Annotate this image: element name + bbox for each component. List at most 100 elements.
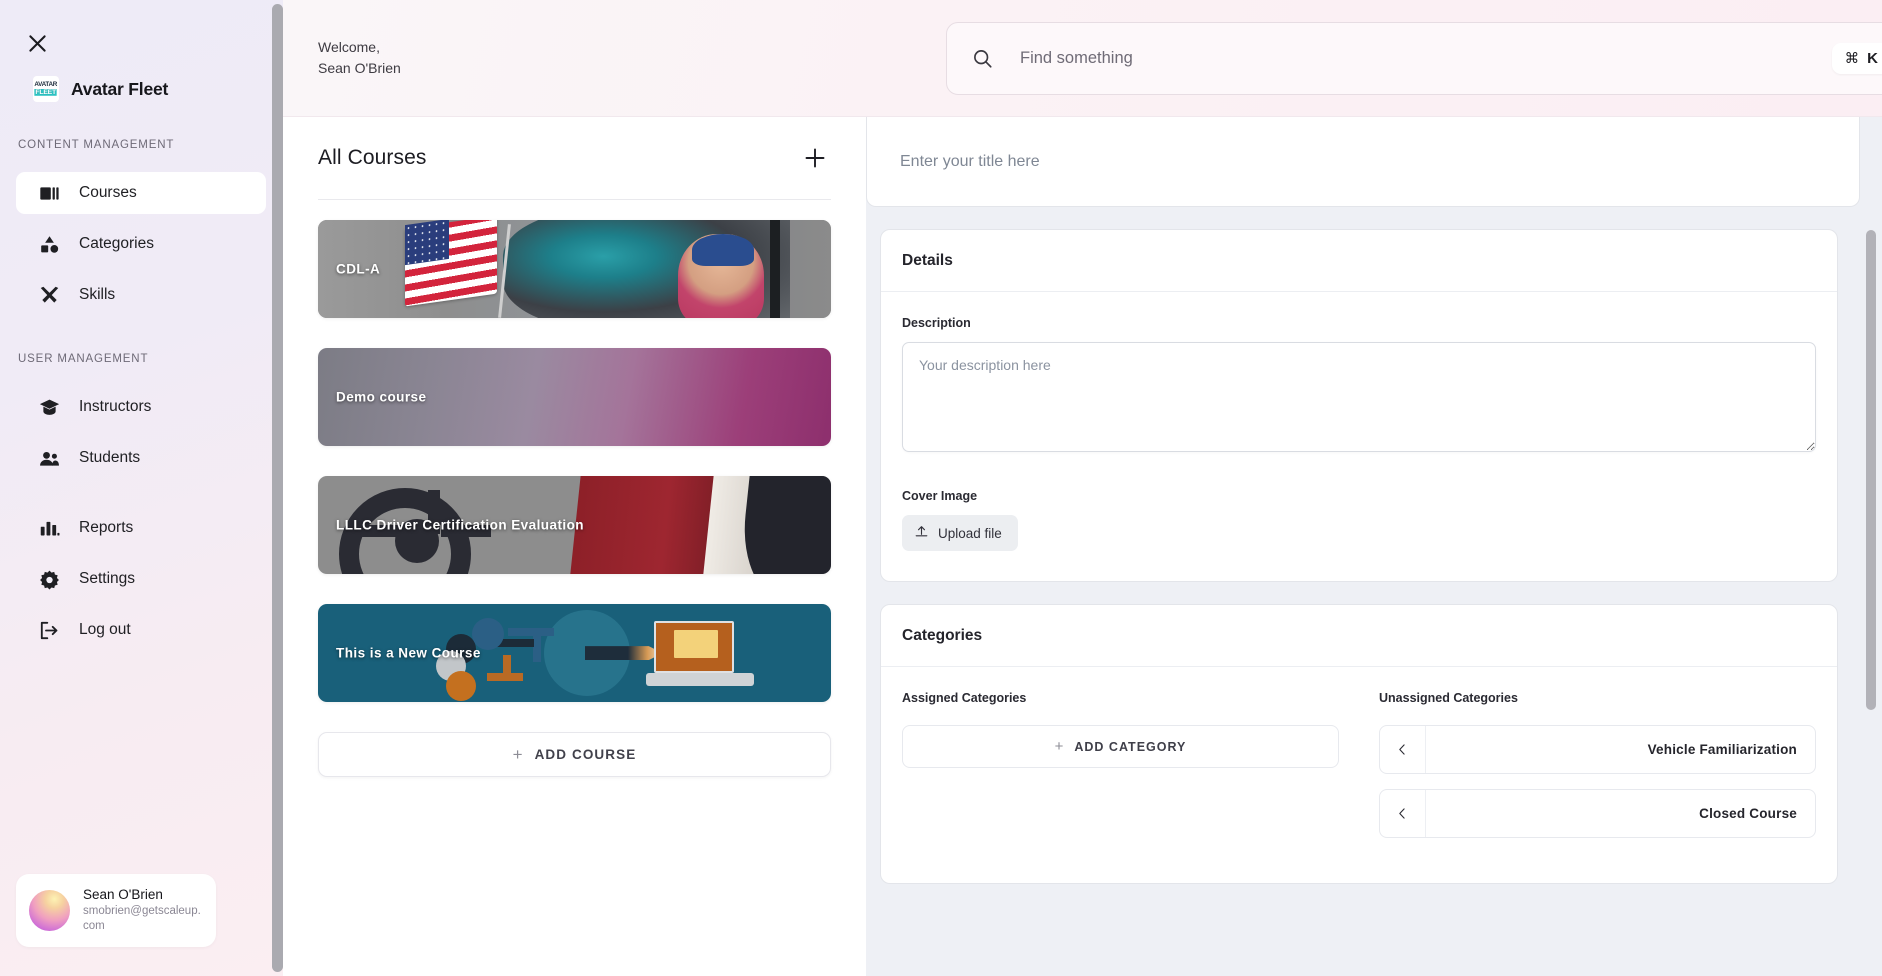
description-textarea[interactable] <box>902 342 1816 452</box>
upload-icon <box>914 524 929 542</box>
content-body: All Courses <box>283 117 1882 976</box>
welcome-block: Welcome, Sean O'Brien <box>318 37 401 79</box>
sidebar-scrollbar-thumb[interactable] <box>272 4 283 972</box>
unassigned-category-row[interactable]: Vehicle Familiarization <box>1379 725 1816 774</box>
courses-header: All Courses <box>318 117 831 200</box>
courses-panel: All Courses <box>283 117 866 976</box>
logo-line-1: AVATAR <box>35 82 58 88</box>
welcome-greeting: Welcome, <box>318 37 401 58</box>
instructors-icon <box>39 397 60 418</box>
sidebar: AVATAR FLEET Avatar Fleet CONTENT MANAGE… <box>0 0 283 976</box>
course-title-card <box>866 117 1860 207</box>
details-card-header: Details <box>881 230 1837 292</box>
brand-name: Avatar Fleet <box>71 79 168 100</box>
details-heading: Details <box>902 252 953 270</box>
courses-title: All Courses <box>318 146 426 170</box>
welcome-username: Sean O'Brien <box>318 58 401 79</box>
sidebar-scrollbar[interactable] <box>272 0 283 976</box>
sidebar-item-logout[interactable]: Log out <box>16 609 266 651</box>
main-area: Welcome, Sean O'Brien ⌘ K All Courses <box>283 0 1882 976</box>
description-label: Description <box>902 316 1816 330</box>
categories-heading: Categories <box>902 627 982 645</box>
course-card-lllc-driver-certification-evaluation[interactable]: LLLC Driver Certification Evaluation <box>318 476 831 574</box>
sidebar-nav-users: Instructors Students Reports <box>0 386 283 651</box>
sidebar-item-label: Skills <box>79 286 115 304</box>
sidebar-item-students[interactable]: Students <box>16 437 266 479</box>
add-category-label: ADD CATEGORY <box>1074 740 1186 754</box>
assigned-categories-label: Assigned Categories <box>902 691 1339 705</box>
search-shortcut-badge[interactable]: ⌘ K <box>1832 43 1882 74</box>
unassigned-categories-label: Unassigned Categories <box>1379 691 1816 705</box>
brand: AVATAR FLEET Avatar Fleet <box>33 76 283 102</box>
close-icon[interactable] <box>22 28 52 58</box>
course-title-input[interactable] <box>900 153 1763 171</box>
unassigned-category-row[interactable]: Closed Course <box>1379 789 1816 838</box>
sidebar-item-label: Reports <box>79 519 133 537</box>
sidebar-section-user-management: USER MANAGEMENT <box>18 353 283 365</box>
students-icon <box>39 448 60 469</box>
add-course-label: ADD COURSE <box>535 747 637 762</box>
shortcut-letter: K <box>1867 50 1878 67</box>
sidebar-item-label: Instructors <box>79 398 151 416</box>
details-card: Details Description Cover Image <box>880 229 1838 582</box>
sidebar-item-skills[interactable]: Skills <box>16 274 266 316</box>
categories-card: Categories Assigned Categories + ADD CAT… <box>880 604 1838 884</box>
sidebar-item-instructors[interactable]: Instructors <box>16 386 266 428</box>
settings-icon <box>39 569 60 590</box>
avatar <box>29 890 70 931</box>
sidebar-item-reports[interactable]: Reports <box>16 507 266 549</box>
top-bar: Welcome, Sean O'Brien ⌘ K <box>283 0 1882 117</box>
command-key-icon: ⌘ <box>1845 51 1860 67</box>
plus-icon: + <box>1055 739 1064 754</box>
search-icon <box>971 48 993 70</box>
course-card-this-is-a-new-course[interactable]: This is a New Course <box>318 604 831 702</box>
logo-line-2: FLEET <box>35 89 58 96</box>
courses-icon <box>39 183 60 204</box>
reports-icon <box>39 518 60 539</box>
cover-image-label: Cover Image <box>902 489 1816 503</box>
course-title: Demo course <box>336 390 426 405</box>
detail-scroll-area: Details Description Cover Image <box>866 117 1882 976</box>
avatar-fleet-logo-icon: AVATAR FLEET <box>33 76 59 102</box>
course-title: CDL-A <box>336 262 380 277</box>
unassigned-categories-column: Unassigned Categories Vehicle Familiariz… <box>1379 691 1816 853</box>
cover-image-field: Cover Image Upload file <box>902 489 1816 551</box>
sidebar-item-label: Students <box>79 449 140 467</box>
detail-panel: Details Description Cover Image <box>866 117 1882 976</box>
sidebar-item-label: Courses <box>79 184 137 202</box>
course-card-demo-course[interactable]: Demo course <box>318 348 831 446</box>
course-title: This is a New Course <box>336 646 481 661</box>
category-name: Closed Course <box>1426 806 1815 821</box>
categories-card-header: Categories <box>881 605 1837 667</box>
add-course-button[interactable]: + ADD COURSE <box>318 732 831 777</box>
sidebar-item-label: Log out <box>79 621 131 639</box>
chevron-left-icon[interactable] <box>1380 790 1426 837</box>
course-title: LLLC Driver Certification Evaluation <box>336 518 584 533</box>
chevron-left-icon[interactable] <box>1380 726 1426 773</box>
add-course-plus-icon[interactable] <box>799 142 831 174</box>
course-list: CDL-A Demo course <box>283 200 866 777</box>
add-category-button[interactable]: + ADD CATEGORY <box>902 725 1339 768</box>
user-name: Sean O'Brien <box>83 886 203 904</box>
user-email: smobrien@getscaleup.com <box>83 904 203 935</box>
sidebar-item-settings[interactable]: Settings <box>16 558 266 600</box>
upload-file-label: Upload file <box>938 526 1002 541</box>
categories-icon <box>39 234 60 255</box>
sidebar-user-card[interactable]: Sean O'Brien smobrien@getscaleup.com <box>16 874 216 947</box>
category-name: Vehicle Familiarization <box>1426 742 1815 757</box>
search-bar[interactable]: ⌘ K <box>946 22 1882 95</box>
categories-card-body: Assigned Categories + ADD CATEGORY Unass… <box>881 667 1837 883</box>
app-root: AVATAR FLEET Avatar Fleet CONTENT MANAGE… <box>0 0 1882 976</box>
detail-panel-scrollbar[interactable] <box>1866 230 1876 710</box>
course-thumbnail <box>318 220 831 318</box>
sidebar-item-courses[interactable]: Courses <box>16 172 266 214</box>
course-card-cdl-a[interactable]: CDL-A <box>318 220 831 318</box>
plus-icon: + <box>513 746 523 763</box>
sidebar-item-label: Settings <box>79 570 135 588</box>
assigned-categories-column: Assigned Categories + ADD CATEGORY <box>902 691 1339 853</box>
skills-icon <box>39 285 60 306</box>
search-input[interactable] <box>1020 49 1832 68</box>
sidebar-item-categories[interactable]: Categories <box>16 223 266 265</box>
upload-file-button[interactable]: Upload file <box>902 515 1018 551</box>
sidebar-scroll-area: AVATAR FLEET Avatar Fleet CONTENT MANAGE… <box>0 0 283 976</box>
